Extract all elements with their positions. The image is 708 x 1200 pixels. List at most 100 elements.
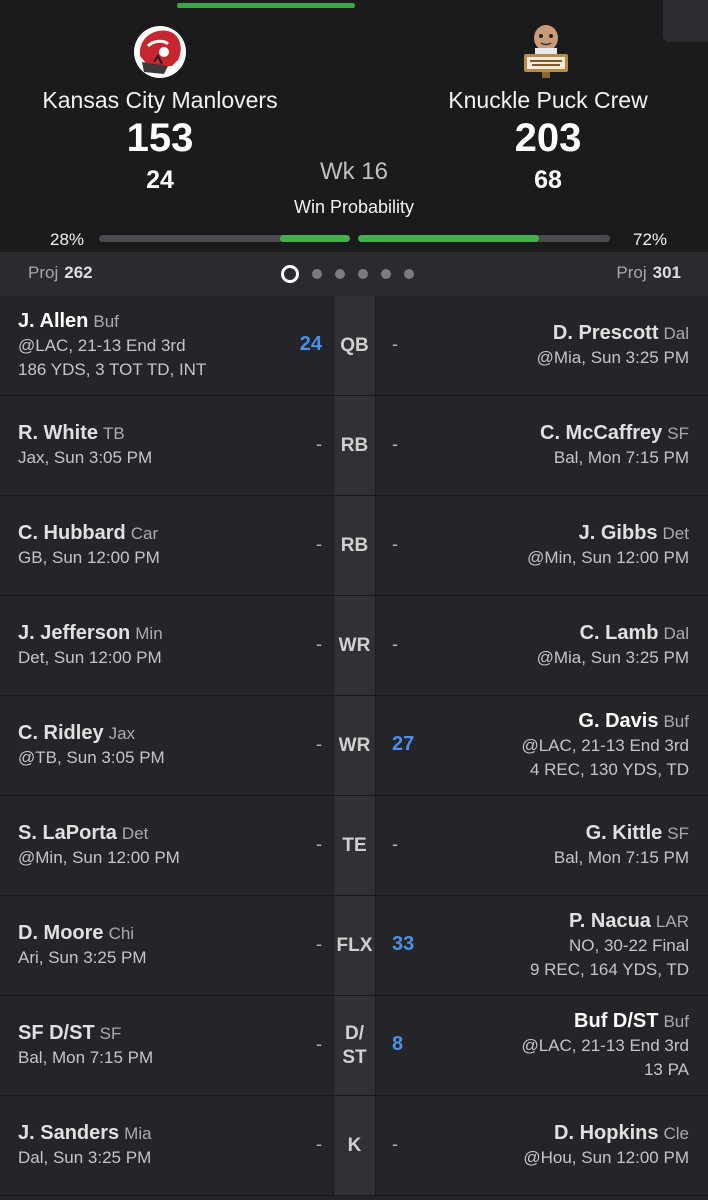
left-projection: Proj 262	[28, 263, 93, 282]
player-team: Jax	[108, 724, 136, 743]
player-game-info: @Mia, Sun 3:25 PM	[536, 648, 689, 667]
player-game-info: Dal, Sun 3:25 PM	[18, 1148, 152, 1167]
left-team-score: 153	[126, 116, 194, 160]
projection-bar: Proj 262 Proj 301	[0, 252, 708, 296]
right-player[interactable]: Buf D/ST Buf @LAC, 21-13 End 3rd 13 PA	[409, 1009, 689, 1082]
lineup-row: SF D/ST SF Bal, Mon 7:15 PM - D/ST 8 Buf D/ST B…	[0, 996, 708, 1096]
player-name: S. LaPorta	[18, 822, 117, 844]
player-name: C. Lamb	[579, 622, 659, 644]
player-name-line: C. Ridley Jax	[18, 721, 288, 746]
left-player[interactable]: J. Allen Buf @LAC, 21-13 End 3rd 186 YDS, 3…	[18, 309, 288, 382]
player-name-line: P. Nacua LAR	[409, 909, 689, 934]
player-game-info: Ari, Sun 3:25 PM	[18, 948, 147, 967]
lineup-row: J. Sanders Mia Dal, Sun 3:25 PM - K - D. Hopki…	[0, 1096, 708, 1196]
right-win-bar	[358, 235, 610, 242]
page-dot[interactable]	[381, 269, 391, 279]
cartoon-man-podium-logo-icon	[514, 22, 578, 80]
right-team-score: 203	[514, 116, 582, 160]
win-probability-label: Win Probability	[293, 197, 415, 217]
left-player[interactable]: C. Hubbard Car GB, Sun 12:00 PM	[18, 521, 288, 570]
player-game-info: Jax, Sun 3:05 PM	[18, 448, 153, 467]
position-label: D/ST	[334, 1022, 375, 1070]
player-team: Cle	[663, 1124, 689, 1143]
player-name-line: D. Hopkins Cle	[409, 1121, 689, 1146]
position-label: RB	[334, 434, 375, 458]
left-player[interactable]: J. Sanders Mia Dal, Sun 3:25 PM	[18, 1121, 288, 1170]
player-team: SF	[667, 824, 689, 843]
left-player[interactable]: SF D/ST SF Bal, Mon 7:15 PM	[18, 1021, 288, 1070]
left-player[interactable]: D. Moore Chi Ari, Sun 3:25 PM	[18, 921, 288, 970]
left-player-points: -	[316, 534, 322, 554]
position-label-line: RB	[340, 434, 369, 456]
player-game-info: 9 REC, 164 YDS, TD	[529, 960, 689, 979]
right-player[interactable]: P. Nacua LAR NO, 30-22 Final 9 REC, 164 YDS…	[409, 909, 689, 982]
roster-rows: J. Allen Buf @LAC, 21-13 End 3rd 186 YDS, 3…	[0, 296, 708, 1196]
right-player[interactable]: C. Lamb Dal @Mia, Sun 3:25 PM	[409, 621, 689, 670]
player-team: Buf	[93, 312, 119, 331]
left-player-points: -	[316, 434, 322, 454]
lineup-row: D. Moore Chi Ari, Sun 3:25 PM - FLX 33 P. Nacu…	[0, 896, 708, 996]
left-player-points: -	[316, 1034, 322, 1054]
player-name: C. Ridley	[18, 722, 104, 744]
player-game-info: NO, 30-22 Final	[569, 936, 689, 955]
left-win-pct: 28%	[50, 230, 85, 249]
player-team: Det	[121, 824, 149, 843]
player-name-line: C. Lamb Dal	[409, 621, 689, 646]
page-dot[interactable]	[358, 269, 368, 279]
player-game-info: @Min, Sun 12:00 PM	[527, 548, 689, 567]
position-label-line: RB	[340, 534, 369, 556]
left-win-bar-fill	[279, 235, 350, 242]
right-player[interactable]: G. Kittle SF Bal, Mon 7:15 PM	[409, 821, 689, 870]
right-projection: Proj 301	[616, 263, 681, 282]
right-win-pct: 72%	[633, 230, 668, 249]
player-game-info: @TB, Sun 3:05 PM	[18, 748, 165, 767]
player-team: Car	[130, 524, 159, 543]
position-column: WR	[333, 596, 376, 695]
lineup-row: J. Jefferson Min Det, Sun 12:00 PM - WR - C. L…	[0, 596, 708, 696]
left-player[interactable]: J. Jefferson Min Det, Sun 12:00 PM	[18, 621, 288, 670]
player-name: R. White	[18, 422, 98, 444]
player-game-info: @Min, Sun 12:00 PM	[18, 848, 180, 867]
right-player[interactable]: G. Davis Buf @LAC, 21-13 End 3rd 4 REC, 130…	[409, 709, 689, 782]
position-column: RB	[333, 496, 376, 595]
position-column: TE	[333, 796, 376, 895]
right-player[interactable]: D. Hopkins Cle @Hou, Sun 12:00 PM	[409, 1121, 689, 1170]
left-player[interactable]: S. LaPorta Det @Min, Sun 12:00 PM	[18, 821, 288, 870]
left-player[interactable]: R. White TB Jax, Sun 3:05 PM	[18, 421, 288, 470]
player-name: D. Moore	[18, 922, 104, 944]
player-name-line: R. White TB	[18, 421, 288, 446]
player-name: G. Davis	[578, 710, 659, 732]
position-label-line: K	[347, 1134, 362, 1156]
position-column: FLX	[333, 896, 376, 995]
page-indicator[interactable]	[281, 265, 414, 283]
position-label-line: WR	[338, 734, 371, 756]
player-team: Det	[662, 524, 689, 543]
position-label: QB	[334, 334, 375, 358]
player-name-line: J. Jefferson Min	[18, 621, 288, 646]
left-player-points: 24	[299, 333, 322, 355]
right-player[interactable]: C. McCaffrey SF Bal, Mon 7:15 PM	[409, 421, 689, 470]
left-team-name: Kansas City Manlovers	[42, 87, 278, 113]
page-dot[interactable]	[335, 269, 345, 279]
left-player[interactable]: C. Ridley Jax @TB, Sun 3:05 PM	[18, 721, 288, 770]
player-team: Dal	[663, 624, 689, 643]
page-dot[interactable]	[312, 269, 322, 279]
right-win-bar-fill	[358, 235, 540, 242]
player-team: LAR	[655, 912, 689, 931]
player-name-line: J. Allen Buf	[18, 309, 288, 334]
page-dot[interactable]	[404, 269, 414, 279]
player-name: J. Gibbs	[578, 522, 658, 544]
player-name: C. Hubbard	[18, 522, 126, 544]
right-player[interactable]: J. Gibbs Det @Min, Sun 12:00 PM	[409, 521, 689, 570]
lineup-row: S. LaPorta Det @Min, Sun 12:00 PM - TE - G. Ki…	[0, 796, 708, 896]
position-label-line: ST	[342, 1046, 367, 1068]
position-label-line: TE	[342, 834, 367, 856]
player-name-line: J. Gibbs Det	[409, 521, 689, 546]
right-player[interactable]: D. Prescott Dal @Mia, Sun 3:25 PM	[409, 321, 689, 370]
left-player-points: -	[316, 634, 322, 654]
position-column: WR	[333, 696, 376, 795]
player-name: D. Hopkins	[554, 1122, 659, 1144]
player-team: TB	[103, 424, 125, 443]
page-dot[interactable]	[281, 265, 299, 283]
player-name: G. Kittle	[585, 822, 663, 844]
